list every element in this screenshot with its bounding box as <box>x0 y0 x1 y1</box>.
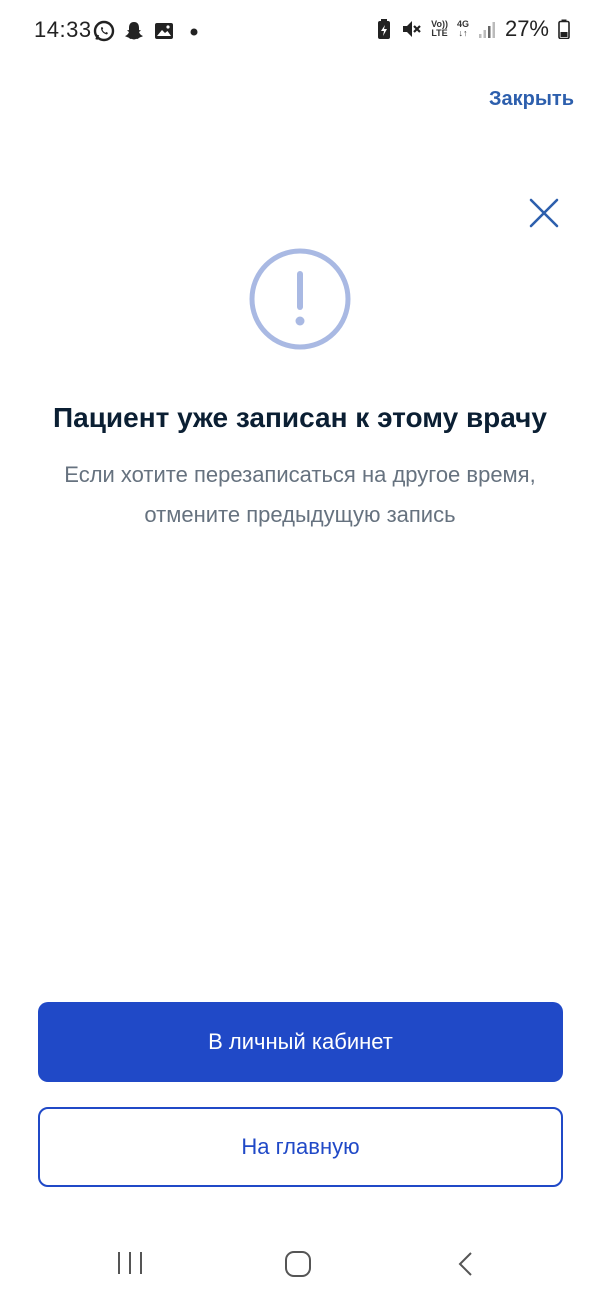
status-time: 14:33 <box>34 17 92 42</box>
network-type-indicator: 4G ↓↑ <box>457 20 469 38</box>
navigation-bar <box>0 1230 600 1299</box>
notification-icons <box>93 20 205 42</box>
mute-icon <box>403 21 421 37</box>
lte-label: LTE <box>431 28 448 38</box>
dot-icon <box>190 28 198 36</box>
battery-icon <box>558 19 570 39</box>
battery-saver-icon <box>378 19 391 39</box>
back-icon[interactable] <box>454 1250 476 1278</box>
snapchat-icon <box>125 22 143 40</box>
signal-icon <box>478 22 495 38</box>
home-icon[interactable] <box>284 1250 312 1278</box>
alert-circle-icon <box>249 248 351 350</box>
dialog-title: Пациент уже записан к этому врачу <box>53 402 547 433</box>
gallery-icon <box>155 23 173 39</box>
volte-indicator: Vo)) LTE <box>431 20 448 38</box>
status-bar: 14:33 Vo)) LTE 4G ↓↑ 27% <box>0 0 600 62</box>
personal-account-button-label: В личный кабинет <box>208 1029 393 1054</box>
close-icon[interactable] <box>527 196 561 230</box>
battery-percent: 27% <box>504 16 549 41</box>
system-icons: Vo)) LTE 4G ↓↑ 27% <box>377 16 570 42</box>
data-arrows: ↓↑ <box>458 28 468 38</box>
home-page-button[interactable]: На главную <box>38 1107 563 1187</box>
personal-account-button[interactable]: В личный кабинет <box>38 1002 563 1082</box>
close-link[interactable]: Закрыть <box>489 88 574 111</box>
dialog-subtitle: Если хотите перезаписаться на другое вре… <box>64 462 536 527</box>
home-page-button-label: На главную <box>241 1134 360 1159</box>
whatsapp-icon <box>93 20 115 42</box>
recents-icon[interactable] <box>116 1250 144 1276</box>
